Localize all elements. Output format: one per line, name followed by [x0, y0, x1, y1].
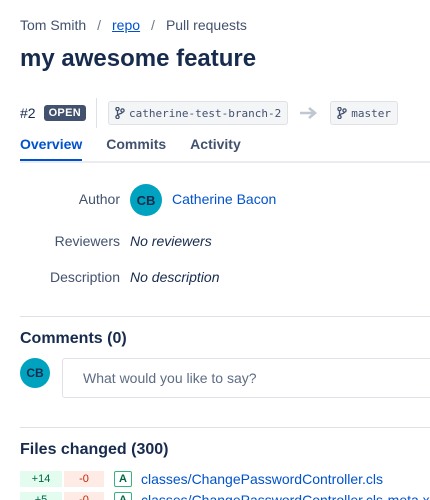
comment-input[interactable]: What would you like to say? — [62, 358, 430, 398]
breadcrumb-pull-requests[interactable]: Pull requests — [166, 17, 247, 33]
avatar[interactable]: CB — [130, 184, 162, 216]
file-status-badge: A — [114, 492, 132, 500]
description-value: No description — [130, 269, 220, 285]
additions-count: +14 — [20, 471, 62, 487]
breadcrumb-separator: / — [97, 17, 102, 33]
target-branch[interactable]: master — [330, 101, 399, 125]
tab-bar: Overview Commits Activity — [20, 136, 265, 161]
breadcrumb-separator: / — [151, 17, 155, 33]
deletions-count: -0 — [64, 492, 104, 500]
files-heading: Files changed (300) — [20, 441, 169, 458]
tab-activity[interactable]: Activity — [190, 136, 241, 161]
pr-meta: #2 OPEN catherine-test-branch-2 master — [20, 98, 399, 128]
additions-count: +5 — [20, 492, 62, 500]
page-title: my awesome feature — [20, 45, 257, 72]
list-item: +14 -0 A classes/ChangePasswordControlle… — [20, 470, 383, 488]
reviewers-label: Reviewers — [54, 233, 120, 249]
file-link[interactable]: classes/ChangePasswordController.cls — [141, 471, 383, 487]
source-branch-name: catherine-test-branch-2 — [128, 106, 282, 120]
target-branch-name: master — [351, 106, 392, 120]
deletions-count: -0 — [64, 471, 104, 487]
pr-number: #2 — [20, 105, 36, 121]
tabs-underline — [20, 161, 430, 163]
tab-overview[interactable]: Overview — [20, 136, 83, 161]
divider — [95, 98, 97, 128]
comments-heading: Comments (0) — [20, 330, 127, 347]
description-label: Description — [49, 269, 120, 285]
file-link[interactable]: classes/ChangePasswordController.cls-met… — [141, 492, 430, 500]
breadcrumb: Tom Smith / repo / Pull requests — [20, 17, 247, 33]
breadcrumb-owner[interactable]: Tom Smith — [20, 17, 86, 33]
author-name-link[interactable]: Catherine Bacon — [172, 191, 276, 207]
avatar: CB — [20, 358, 50, 388]
breadcrumb-repo-link[interactable]: repo — [112, 17, 140, 33]
divider — [20, 316, 430, 317]
list-item: +5 -0 A classes/ChangePasswordController… — [20, 491, 430, 500]
file-status-badge: A — [114, 471, 132, 487]
git-branch-icon — [337, 107, 348, 119]
git-branch-icon — [115, 107, 125, 119]
divider — [20, 427, 430, 428]
source-branch[interactable]: catherine-test-branch-2 — [107, 101, 289, 125]
status-badge: OPEN — [43, 105, 86, 121]
arrow-right-icon — [300, 107, 318, 119]
tab-commits[interactable]: Commits — [106, 136, 166, 161]
author-label: Author — [78, 191, 120, 207]
reviewers-value: No reviewers — [130, 233, 212, 249]
